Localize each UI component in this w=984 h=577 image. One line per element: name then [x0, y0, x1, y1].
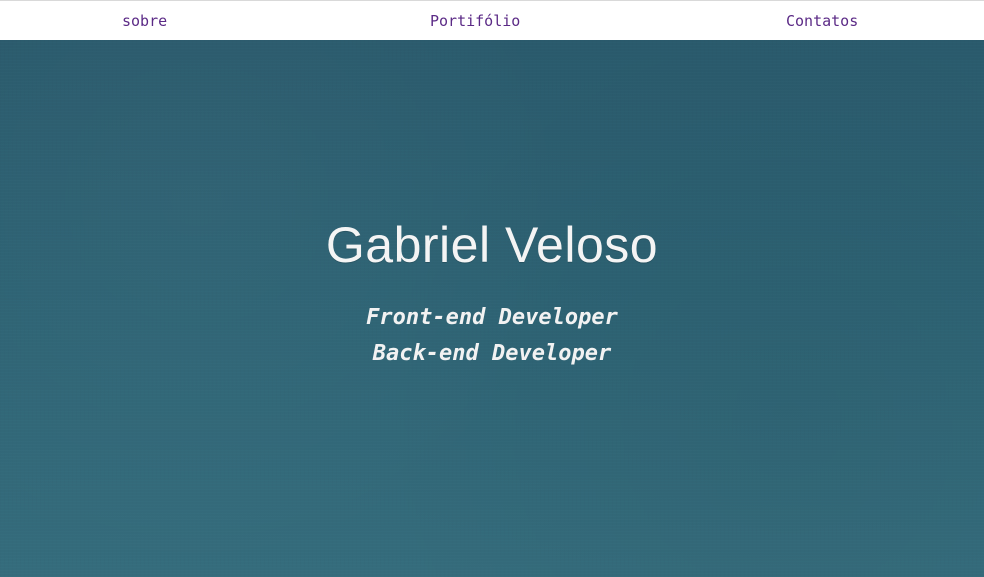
- nav-link-contatos[interactable]: Contatos: [786, 1, 858, 41]
- hero-banner: Gabriel Veloso Front-end Developer Back-…: [0, 40, 984, 577]
- hero-name: Gabriel Veloso: [325, 217, 659, 273]
- role-back-end: Back-end Developer: [372, 341, 612, 366]
- top-navbar: sobre Portifólio Contatos: [0, 0, 984, 40]
- role-front-end: Front-end Developer: [366, 305, 618, 330]
- nav-link-portifolio[interactable]: Portifólio: [430, 1, 520, 41]
- nav-link-sobre[interactable]: sobre: [122, 1, 167, 41]
- hero-roles: Front-end Developer Back-end Developer: [0, 300, 984, 372]
